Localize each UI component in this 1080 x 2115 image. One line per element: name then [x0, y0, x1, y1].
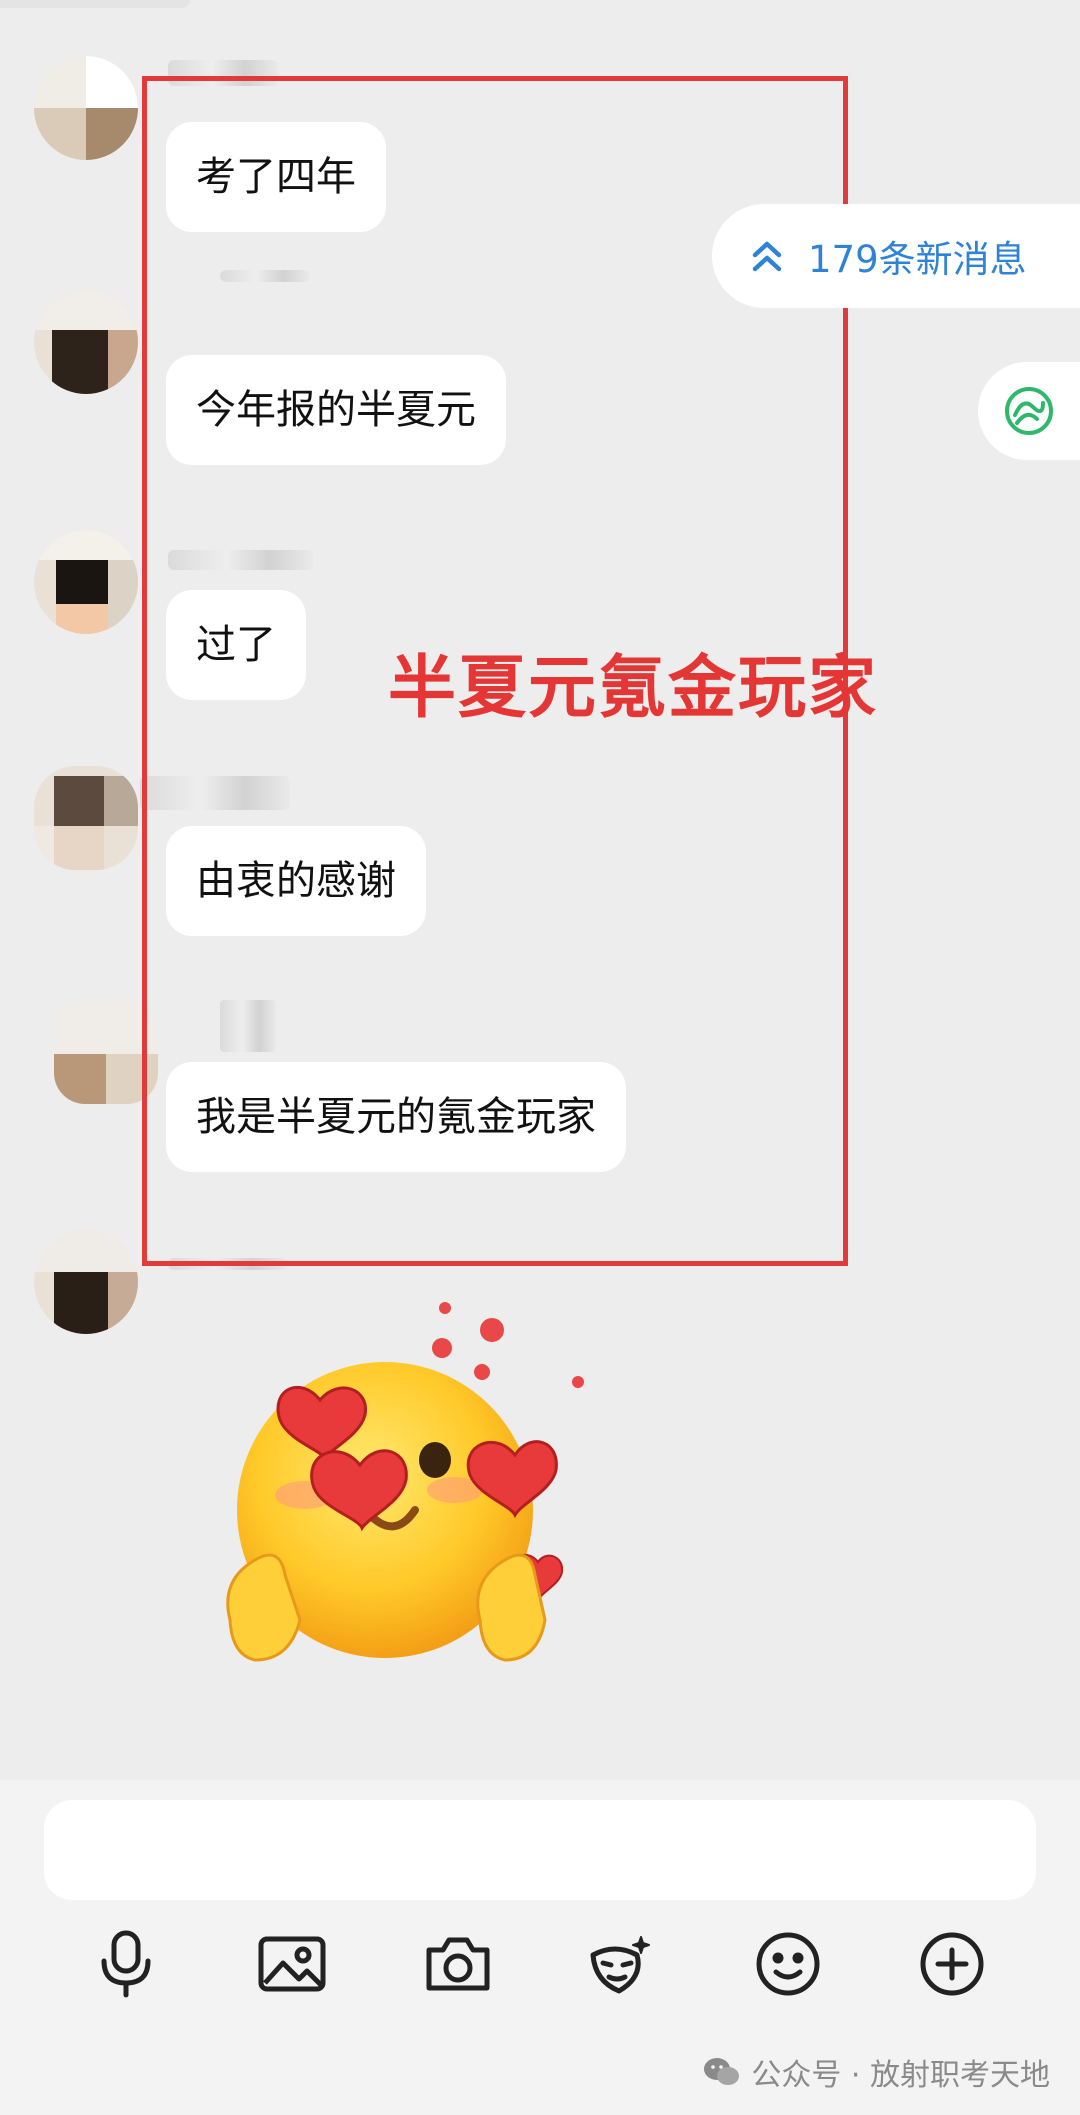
annotation-label: 半夏元氪金玩家 [388, 649, 879, 728]
microphone-icon[interactable] [86, 1924, 166, 2004]
avatar[interactable] [34, 1230, 138, 1334]
camera-icon[interactable] [418, 1924, 498, 2004]
image-icon[interactable] [252, 1924, 332, 2004]
top-message-fragment [0, 0, 190, 8]
avatar[interactable] [34, 530, 138, 634]
avatar[interactable] [34, 56, 138, 160]
input-toolbar [0, 1924, 1080, 2004]
new-messages-button[interactable]: 179条新消息 [712, 204, 1080, 308]
plus-icon[interactable] [912, 1924, 992, 2004]
new-messages-label: 179条新消息 [808, 238, 1027, 281]
emoji-sticker-icon[interactable] [580, 1924, 660, 2004]
sticker-message[interactable] [210, 1290, 616, 1690]
avatar[interactable] [34, 766, 138, 870]
heart-eyes-emoji-icon [226, 1300, 616, 1662]
green-logo-icon [1003, 385, 1055, 437]
wechat-icon [703, 2056, 741, 2088]
double-chevron-up-icon [752, 239, 782, 273]
floating-side-button[interactable] [978, 362, 1080, 460]
watermark: 公众号 · 放射职考天地 [703, 2050, 1050, 2094]
smiley-icon[interactable] [748, 1924, 828, 2004]
avatar[interactable] [34, 290, 138, 394]
message-input[interactable] [44, 1800, 1036, 1900]
watermark-text: 公众号 · 放射职考天地 [751, 2058, 1050, 2093]
